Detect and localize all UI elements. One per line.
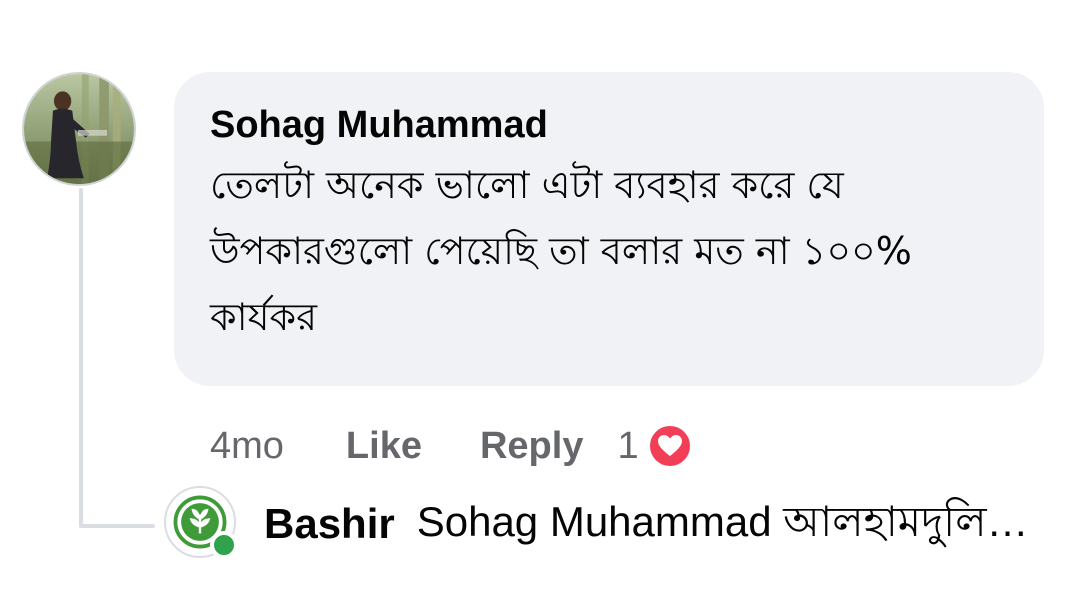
avatar[interactable] [22,72,136,186]
thread-connector-branch [79,524,155,528]
comment-bubble: Sohag Muhammad তেলটা অনেক ভালো এটা ব্যবহ… [174,72,1044,386]
online-status-dot [210,531,238,559]
like-button[interactable]: Like [346,425,422,468]
reaction-count[interactable]: 1 [617,425,638,468]
reply-author-name[interactable]: Bashir [264,500,395,548]
reply-preview[interactable]: Bashir Sohag Muhammad আলহামদুলিল্লাহ [264,494,1064,554]
profile-photo-icon [24,74,134,184]
reply-button[interactable]: Reply [480,425,583,468]
comment-text: তেলটা অনেক ভালো এটা ব্যবহার করে যে উপকার… [210,163,912,339]
comment-actions: 4mo Like Reply 1 [210,418,693,474]
comment-author-name[interactable]: Sohag Muhammad [210,100,1008,150]
love-heart-icon[interactable] [646,423,693,469]
comment-timestamp[interactable]: 4mo [210,425,284,468]
thread-connector-line [79,188,83,528]
reply-snippet[interactable]: Sohag Muhammad আলহামদুলিল্লাহ [417,494,1047,554]
comment-thread: Sohag Muhammad তেলটা অনেক ভালো এটা ব্যবহ… [0,0,1080,615]
